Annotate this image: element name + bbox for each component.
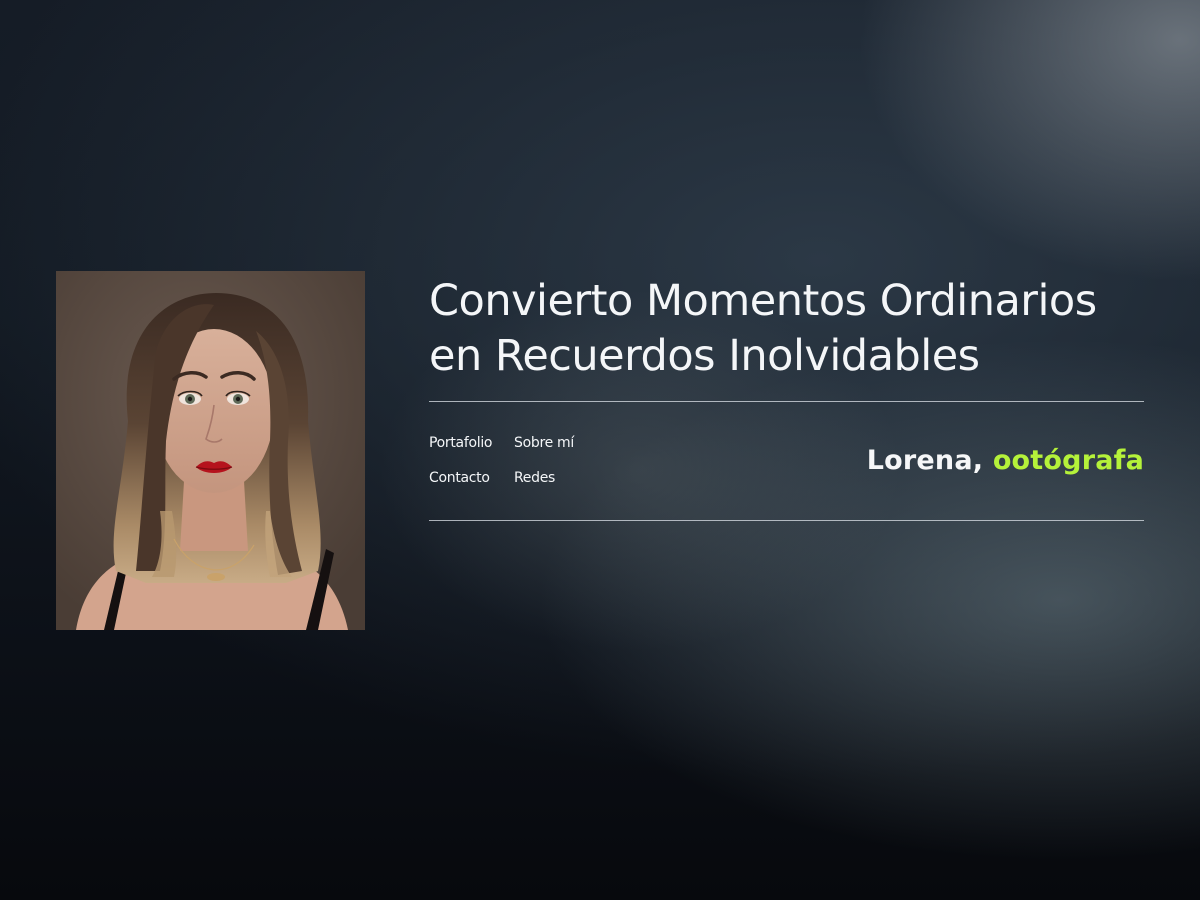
portrait-illustration <box>56 271 365 630</box>
brand-role: ootógrafa <box>992 445 1144 476</box>
divider-bottom <box>429 520 1144 521</box>
brand-signature: Lorena, ootógrafa <box>867 445 1144 477</box>
nav-link-redes[interactable]: Redes <box>514 469 574 487</box>
hero-headline: Convierto Momentos Ordinarios en Recuerd… <box>429 274 1169 384</box>
nav-link-sobre-mi[interactable]: Sobre mí <box>514 434 574 452</box>
nav-link-portafolio[interactable]: Portafolio <box>429 434 514 452</box>
divider-top <box>429 401 1144 402</box>
main-nav: Portafolio Sobre mí Contacto Redes <box>429 434 574 487</box>
nav-link-contacto[interactable]: Contacto <box>429 469 514 487</box>
hero-headline-line-2: en Recuerdos Inolvidables <box>429 331 980 381</box>
portrait-photo <box>56 271 365 630</box>
brand-name: Lorena, <box>866 445 984 476</box>
hero-headline-line-1: Convierto Momentos Ordinarios <box>429 276 1097 326</box>
